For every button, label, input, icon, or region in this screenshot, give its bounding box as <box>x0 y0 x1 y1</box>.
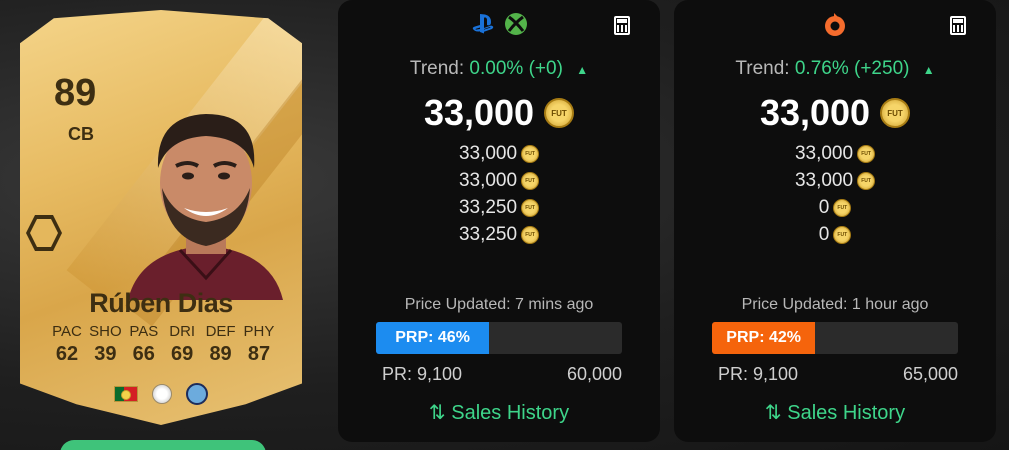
price-range-row: PR: 9,100 65,000 <box>718 364 958 385</box>
sales-history-link[interactable]: ⇅ Sales History <box>674 400 996 425</box>
coin-icon: FUT <box>521 198 540 217</box>
sales-history-label: Sales History <box>451 402 570 424</box>
stat-label: DRI <box>169 323 196 340</box>
pr-max: 65,000 <box>902 364 958 384</box>
price-value: 33,000 <box>794 142 854 164</box>
coin-icon: FUT <box>857 144 876 163</box>
platform-icons <box>338 12 660 36</box>
price-value: 33,250 <box>458 223 518 245</box>
price-row: 0 FUT <box>674 194 996 221</box>
stat-pac: PAC 62 <box>48 323 86 366</box>
origin-pc-icon <box>825 13 845 36</box>
sales-history-label: Sales History <box>787 402 906 424</box>
coin-icon: FUT <box>521 225 540 244</box>
player-stats: PAC 62 SHO 39 PAS 66 DRI 69 DEF 89 PHY 8… <box>48 323 278 366</box>
stat-value: 89 <box>209 343 232 365</box>
price-panel-console: Trend: 0.00% (+0) ▲ 33,000 FUT 33,000 FU… <box>338 0 660 442</box>
price-value: 33,000 <box>458 142 518 164</box>
coin-icon: FUT <box>833 225 852 244</box>
trend-row: Trend: 0.76% (+250) ▲ <box>674 58 996 80</box>
sort-arrows-icon: ⇅ <box>428 402 446 424</box>
player-photo <box>128 114 283 300</box>
trend-value: 0.76% (+250) <box>794 58 910 79</box>
main-price-value: 33,000 <box>759 92 871 133</box>
stat-label: DEF <box>205 323 236 340</box>
price-row: 0 FUT <box>674 221 996 248</box>
price-row: 33,000 FUT <box>674 167 996 194</box>
stat-sho: SHO 39 <box>86 323 124 366</box>
green-action-button[interactable] <box>60 440 266 450</box>
playstyle-icon <box>26 215 62 251</box>
price-list: 33,000 FUT 33,000 FUT 33,250 FUT 33,250 … <box>338 140 660 248</box>
stat-label: PAS <box>129 323 159 340</box>
trend-label: Trend: <box>409 58 465 79</box>
coin-icon: FUT <box>521 171 540 190</box>
premier-league-icon <box>152 384 172 404</box>
trend-label: Trend: <box>735 58 790 79</box>
player-position: CB <box>68 124 94 144</box>
prp-label: PRP: 42% <box>726 329 801 346</box>
card-badges <box>114 383 208 405</box>
price-row: 33,250 FUT <box>338 221 660 248</box>
price-value: 33,000 <box>794 169 854 191</box>
price-updated-text: Price Updated: 7 mins ago <box>404 296 594 313</box>
coin-icon: FUT <box>544 98 575 128</box>
stat-pas: PAS 66 <box>125 323 163 366</box>
stat-phy: PHY 87 <box>240 323 278 366</box>
price-value: 33,250 <box>458 196 518 218</box>
price-value: 33,000 <box>458 169 518 191</box>
trend-row: Trend: 0.00% (+0) ▲ <box>338 58 660 80</box>
manchester-city-icon <box>186 383 208 405</box>
trend-value: 0.00% (+0) <box>469 58 563 79</box>
sales-history-link[interactable]: ⇅ Sales History <box>338 400 660 425</box>
main-price-value: 33,000 <box>423 92 535 133</box>
stat-value: 87 <box>247 343 271 365</box>
coin-icon: FUT <box>880 98 911 128</box>
prp-bar-fill: PRP: 46% <box>376 322 490 354</box>
price-row: 33,250 FUT <box>338 194 660 221</box>
price-row: 33,000 FUT <box>338 140 660 167</box>
stat-def: DEF 89 <box>202 323 240 366</box>
price-updated-text: Price Updated: 1 hour ago <box>741 296 929 313</box>
player-rating: 89 <box>54 72 97 114</box>
price-list: 33,000 FUT 33,000 FUT 0 FUT 0 FUT <box>674 140 996 248</box>
price-row: 33,000 FUT <box>674 140 996 167</box>
stat-value: 62 <box>55 343 79 365</box>
trend-up-icon: ▲ <box>922 63 935 77</box>
price-value: 0 <box>818 196 830 218</box>
main-price: 33,000 FUT <box>338 92 660 134</box>
calculator-icon[interactable] <box>614 16 630 35</box>
price-value: 0 <box>818 223 830 245</box>
stat-value: 66 <box>132 343 155 365</box>
prp-label: PRP: 46% <box>395 329 470 346</box>
calculator-icon[interactable] <box>950 16 966 35</box>
stat-value: 39 <box>94 343 117 365</box>
sort-arrows-icon: ⇅ <box>764 402 782 424</box>
pr-max: 60,000 <box>566 364 622 384</box>
price-range-row: PR: 9,100 60,000 <box>382 364 622 385</box>
xbox-icon <box>505 13 527 35</box>
coin-icon: FUT <box>833 198 852 217</box>
prp-bar: PRP: 46% <box>376 322 622 354</box>
player-card[interactable]: 89 CB Rúben Dias PAC 62 SHO 39 PAS 66 DR… <box>20 10 302 425</box>
stat-dri: DRI 69 <box>163 323 201 366</box>
coin-icon: FUT <box>521 144 540 163</box>
platform-icons <box>674 12 996 38</box>
price-row: 33,000 FUT <box>338 167 660 194</box>
stat-label: PAC <box>52 323 82 340</box>
main-price: 33,000 FUT <box>674 92 996 134</box>
coin-icon: FUT <box>857 171 876 190</box>
playstation-icon <box>472 14 494 34</box>
portugal-flag-icon <box>114 386 138 402</box>
pr-min: PR: 9,100 <box>382 364 463 384</box>
stat-label: PHY <box>243 323 275 340</box>
price-panel-pc: Trend: 0.76% (+250) ▲ 33,000 FUT 33,000 … <box>674 0 996 442</box>
prp-bar-fill: PRP: 42% <box>712 322 816 354</box>
trend-up-icon: ▲ <box>576 63 589 77</box>
prp-bar: PRP: 42% <box>712 322 958 354</box>
pr-min: PR: 9,100 <box>718 364 799 384</box>
player-name: Rúben Dias <box>89 288 233 318</box>
stat-label: SHO <box>89 323 122 340</box>
stat-value: 69 <box>171 343 194 365</box>
